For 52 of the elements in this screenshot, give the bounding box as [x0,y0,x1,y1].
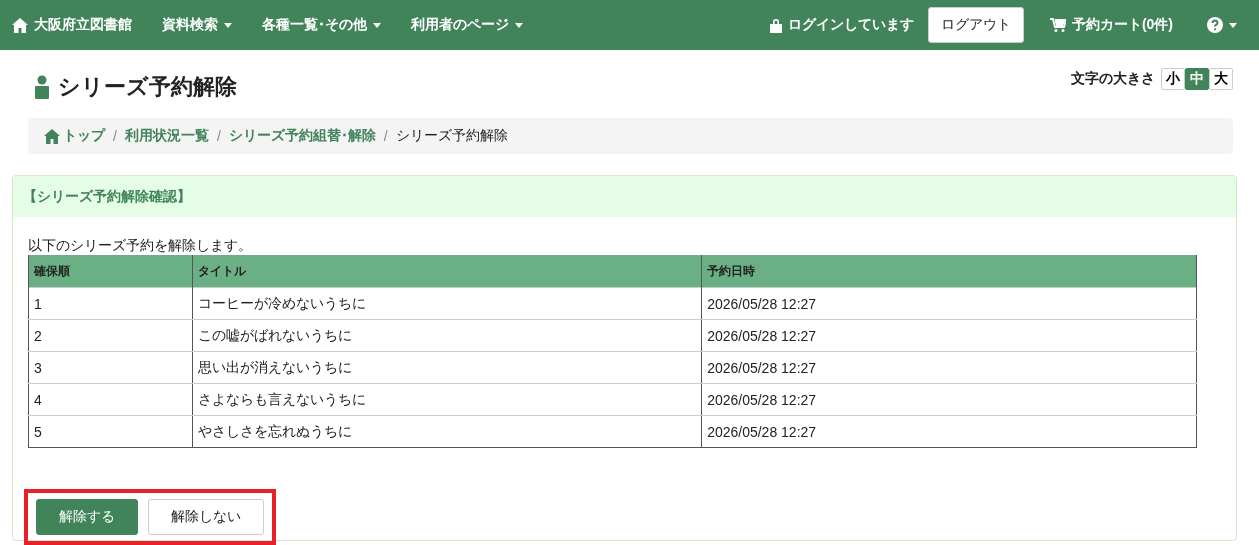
table-cell: 2026/05/28 12:27 [701,351,1197,384]
breadcrumb-link[interactable]: 利用状況一覧 [124,127,209,145]
breadcrumb-separator: / [113,128,117,144]
breadcrumb-separator: / [383,128,388,144]
font-size-label: 文字の大きさ [1071,70,1155,88]
table-cell: 3 [28,351,193,384]
cancel-button[interactable]: 解除しない [148,499,264,535]
menu-dropdown[interactable]: 利用者のページ [411,16,523,34]
brand-link[interactable]: 大阪府立図書館 [12,16,132,34]
help-dropdown[interactable] [1207,17,1237,33]
page-title: シリーズ予約解除 [58,73,237,101]
table-cell: さよならも言えないうちに [192,383,702,416]
column-header: 予約日時 [701,255,1197,288]
font-size-option[interactable]: 中 [1185,68,1209,90]
panel-title: 【シリーズ予約解除確認】 [23,187,191,206]
table-cell: 4 [28,383,193,416]
column-header: 確保順 [28,255,193,288]
menu-dropdown[interactable]: 各種一覧･その他 [262,16,381,34]
logout-button[interactable]: ログアウト [927,7,1024,43]
breadcrumb-current: シリーズ予約解除 [395,127,508,145]
column-header: タイトル [192,255,702,288]
menu-dropdown[interactable]: 資料検索 [162,16,232,34]
font-size-option[interactable]: 小 [1161,68,1185,90]
confirm-button[interactable]: 解除する [36,499,138,535]
table-cell: 2026/05/28 12:27 [701,383,1197,416]
cart-link[interactable]: 予約カート(0件) [1049,16,1173,34]
table-cell: 思い出が消えないうちに [192,351,702,384]
font-size-option[interactable]: 大 [1209,68,1233,90]
home-icon [44,128,60,144]
confirm-message: 以下のシリーズ予約を解除します。 [28,237,253,255]
table-cell: 5 [28,415,193,448]
breadcrumb-separator: / [216,128,221,144]
login-status: ログインしています [787,16,914,34]
table-cell: やさしさを忘れぬうちに [192,415,702,448]
table-cell: この嘘がばれないうちに [192,319,702,352]
table-cell: 2026/05/28 12:27 [701,415,1197,448]
caret-icon [515,22,523,28]
help-icon [1207,17,1223,33]
table-cell: 1 [28,287,193,320]
caret-icon [373,22,381,28]
user-icon [34,75,50,99]
lock-icon [769,17,782,33]
home-icon [12,17,28,33]
cart-icon [1049,18,1066,32]
caret-icon [1229,22,1237,28]
breadcrumb-link[interactable]: トップ [44,127,105,145]
breadcrumb-link[interactable]: シリーズ予約組替･解除 [228,127,376,145]
table-cell: コーヒーが冷めないうちに [192,287,702,320]
table-cell: 2 [28,319,193,352]
table-cell: 2026/05/28 12:27 [701,287,1197,320]
caret-icon [224,22,232,28]
table-cell: 2026/05/28 12:27 [701,319,1197,352]
